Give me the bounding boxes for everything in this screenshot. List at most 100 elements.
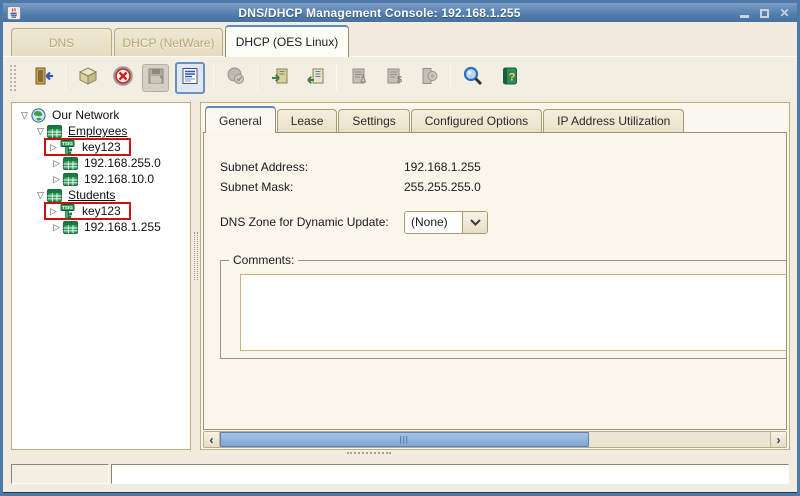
- dns-zone-combobox[interactable]: (None): [404, 210, 488, 234]
- window-title: DNS/DHCP Management Console: 192.168.1.2…: [238, 5, 521, 20]
- toolbar-grip[interactable]: [9, 64, 16, 92]
- globe-icon: [31, 107, 46, 123]
- tree-item-students[interactable]: ▽ Students: [14, 187, 188, 203]
- svg-text:TSIG: TSIG: [62, 205, 73, 210]
- tab-dns[interactable]: DNS: [11, 28, 112, 56]
- comments-fieldset: Comments:: [220, 253, 786, 359]
- tree-item-subnet-192-168-10-0[interactable]: ▷ 192.168.10.0: [14, 171, 188, 187]
- comments-label: Comments:: [229, 253, 299, 267]
- verify-button[interactable]: [222, 64, 249, 92]
- scrollbar-track[interactable]: |||: [220, 432, 770, 447]
- export-arrow-icon: [304, 65, 326, 92]
- status-bar: [11, 464, 789, 486]
- window-controls: ✕: [738, 7, 791, 19]
- search-button[interactable]: [459, 64, 486, 92]
- main-content: ▽ Our Network ▽ Employees ▷ TSIG key123: [3, 99, 797, 450]
- tree-item-label: 192.168.1.255: [84, 220, 161, 234]
- java-app-icon: [7, 5, 21, 20]
- exit-door-icon: [33, 65, 55, 92]
- tree-item-label: Students: [68, 188, 116, 202]
- magnifier-icon: [462, 65, 484, 92]
- subnet-table-icon: [63, 156, 78, 170]
- chevron-down-icon: [469, 218, 481, 226]
- expand-toggle-icon[interactable]: ▷: [47, 206, 60, 217]
- tree-item-subnet-192-168-1-255[interactable]: ▷ 192.168.1.255: [14, 219, 188, 235]
- expand-toggle-icon[interactable]: ▽: [34, 126, 47, 137]
- subnet-mask-label: Subnet Mask:: [220, 180, 294, 194]
- subnet-mask-row: Subnet Mask: 255.255.255.0: [220, 177, 786, 197]
- tab-configured-options[interactable]: Configured Options: [410, 109, 543, 132]
- import-button[interactable]: [266, 64, 293, 92]
- panel-splitter[interactable]: [191, 102, 200, 450]
- svg-text:$: $: [397, 74, 402, 84]
- combo-dropdown-button[interactable]: [462, 211, 487, 233]
- scrollbar-grip-icon: |||: [399, 434, 409, 444]
- titlebar[interactable]: DNS/DHCP Management Console: 192.168.1.2…: [3, 3, 797, 22]
- svg-text:TSIG: TSIG: [62, 141, 73, 146]
- document-alert-icon: [348, 65, 370, 92]
- subnet-table-icon: [47, 124, 62, 138]
- list-view-icon: [179, 65, 201, 92]
- tree-item-subnet-192-168-255-0[interactable]: ▷ 192.168.255.0: [14, 155, 188, 171]
- horizontal-scrollbar[interactable]: ‹ ||| ›: [203, 431, 787, 448]
- tree-item-label: key123: [82, 204, 121, 218]
- maximize-button[interactable]: [758, 7, 771, 18]
- details-view-button[interactable]: [175, 62, 205, 94]
- help-book-icon: ?: [499, 65, 521, 92]
- application-window: DNS/DHCP Management Console: 192.168.1.2…: [0, 0, 800, 496]
- expand-toggle-icon[interactable]: ▷: [47, 142, 60, 153]
- minimize-button[interactable]: [738, 7, 751, 18]
- tab-settings[interactable]: Settings: [338, 109, 410, 132]
- subnet-address-value: 192.168.1.255: [404, 160, 481, 174]
- save-button[interactable]: [142, 64, 169, 92]
- scroll-left-button[interactable]: ‹: [204, 432, 220, 447]
- alerts-button[interactable]: [345, 64, 372, 92]
- expand-toggle-icon[interactable]: ▽: [18, 110, 31, 121]
- delete-button[interactable]: [109, 64, 136, 92]
- scrollbar-thumb[interactable]: |||: [220, 432, 589, 447]
- expand-toggle-icon[interactable]: ▷: [50, 222, 63, 233]
- dns-zone-label: DNS Zone for Dynamic Update:: [220, 215, 389, 229]
- tree-item-label: Our Network: [52, 108, 120, 122]
- toolbar-separator: [213, 65, 214, 91]
- tsig-key-icon: TSIG: [60, 203, 76, 219]
- toolbar-separator: [336, 65, 337, 91]
- tab-dhcp-netware[interactable]: DHCP (NetWare): [114, 28, 223, 56]
- tree-item-key123-students[interactable]: ▷ TSIG key123: [14, 202, 188, 220]
- help-button[interactable]: ?: [496, 64, 523, 92]
- expand-toggle-icon[interactable]: ▽: [34, 190, 47, 201]
- tab-general[interactable]: General: [205, 106, 276, 133]
- delete-x-icon: [112, 65, 134, 92]
- close-button[interactable]: ✕: [778, 7, 791, 19]
- network-tree-panel[interactable]: ▽ Our Network ▽ Employees ▷ TSIG key123: [11, 102, 191, 450]
- console-tab-bar: DNS DHCP (NetWare) DHCP (OES Linux): [3, 22, 797, 57]
- status-cell-right: [111, 464, 789, 484]
- tree-item-label: 192.168.10.0: [84, 172, 155, 186]
- subnet-address-label: Subnet Address:: [220, 160, 309, 174]
- dns-zone-selected-value: (None): [405, 211, 462, 233]
- export-button[interactable]: [301, 64, 328, 92]
- dns-zone-row: DNS Zone for Dynamic Update: (None): [220, 210, 786, 234]
- door-globe-icon: [418, 65, 440, 92]
- tab-ip-address-utilization[interactable]: IP Address Utilization: [543, 109, 685, 132]
- exit-button[interactable]: [30, 64, 57, 92]
- tree-item-employees[interactable]: ▽ Employees: [14, 123, 188, 139]
- expand-toggle-icon[interactable]: ▷: [50, 174, 63, 185]
- comments-textarea[interactable]: [240, 274, 786, 351]
- toolbar-separator: [257, 65, 258, 91]
- tree-item-key123-employees[interactable]: ▷ TSIG key123: [14, 138, 188, 156]
- tsig-key-icon: TSIG: [60, 139, 76, 155]
- expand-toggle-icon[interactable]: ▷: [50, 158, 63, 169]
- create-button[interactable]: [74, 64, 101, 92]
- options-button[interactable]: [415, 64, 442, 92]
- tree-item-label: key123: [82, 140, 121, 154]
- subnet-mask-value: 255.255.255.0: [404, 180, 481, 194]
- general-tab-pane: Subnet Address: 192.168.1.255 Subnet Mas…: [203, 132, 787, 430]
- tab-lease[interactable]: Lease: [276, 109, 338, 132]
- tree-item-our-network[interactable]: ▽ Our Network: [14, 107, 188, 123]
- bottom-gap: [3, 450, 797, 464]
- tab-dhcp-oes-linux[interactable]: DHCP (OES Linux): [225, 25, 349, 57]
- toolbar: $ ?: [3, 57, 797, 99]
- accounting-button[interactable]: $: [380, 64, 407, 92]
- scroll-right-button[interactable]: ›: [770, 432, 786, 447]
